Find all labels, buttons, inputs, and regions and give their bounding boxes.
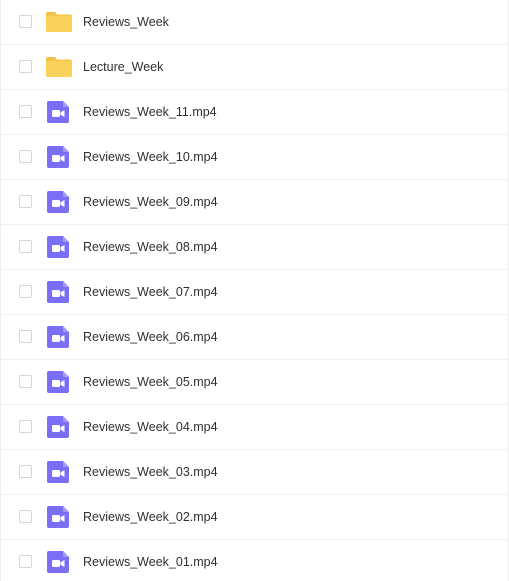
folder-row[interactable]: Lecture_Week [1,45,508,90]
file-row[interactable]: Reviews_Week_07.mp4 [1,270,508,315]
video-file-icon [46,371,72,393]
file-row[interactable]: Reviews_Week_08.mp4 [1,225,508,270]
folder-icon [46,11,72,33]
file-row[interactable]: Reviews_Week_02.mp4 [1,495,508,540]
row-checkbox[interactable] [19,105,32,118]
file-row[interactable]: Reviews_Week_05.mp4 [1,360,508,405]
file-name[interactable]: Reviews_Week_01.mp4 [83,554,218,570]
file-name[interactable]: Reviews_Week_02.mp4 [83,509,218,525]
video-file-icon [46,416,72,438]
video-file-icon [46,506,72,528]
video-file-icon [46,326,72,348]
file-list: Reviews_Week Lecture_Week Reviews_Week_11.… [0,0,509,581]
file-name[interactable]: Reviews_Week_05.mp4 [83,374,218,390]
row-checkbox[interactable] [19,420,32,433]
row-checkbox[interactable] [19,15,32,28]
file-name[interactable]: Lecture_Week [83,59,163,75]
video-file-icon [46,281,72,303]
file-name[interactable]: Reviews_Week_10.mp4 [83,149,218,165]
row-checkbox[interactable] [19,150,32,163]
folder-icon [46,56,72,78]
file-row[interactable]: Reviews_Week_03.mp4 [1,450,508,495]
file-row[interactable]: Reviews_Week_01.mp4 [1,540,508,581]
video-file-icon [46,101,72,123]
file-row[interactable]: Reviews_Week_04.mp4 [1,405,508,450]
row-checkbox[interactable] [19,240,32,253]
row-checkbox[interactable] [19,555,32,568]
row-checkbox[interactable] [19,195,32,208]
row-checkbox[interactable] [19,60,32,73]
file-name[interactable]: Reviews_Week_04.mp4 [83,419,218,435]
row-checkbox[interactable] [19,285,32,298]
video-file-icon [46,236,72,258]
file-name[interactable]: Reviews_Week_03.mp4 [83,464,218,480]
file-name[interactable]: Reviews_Week [83,14,169,30]
video-file-icon [46,191,72,213]
video-file-icon [46,146,72,168]
row-checkbox[interactable] [19,375,32,388]
file-row[interactable]: Reviews_Week_09.mp4 [1,180,508,225]
video-file-icon [46,551,72,573]
video-file-icon [46,461,72,483]
file-row[interactable]: Reviews_Week_06.mp4 [1,315,508,360]
file-name[interactable]: Reviews_Week_07.mp4 [83,284,218,300]
file-row[interactable]: Reviews_Week_11.mp4 [1,90,508,135]
file-name[interactable]: Reviews_Week_08.mp4 [83,239,218,255]
folder-row[interactable]: Reviews_Week [1,0,508,45]
row-checkbox[interactable] [19,465,32,478]
file-row[interactable]: Reviews_Week_10.mp4 [1,135,508,180]
file-name[interactable]: Reviews_Week_09.mp4 [83,194,218,210]
file-name[interactable]: Reviews_Week_06.mp4 [83,329,218,345]
row-checkbox[interactable] [19,330,32,343]
row-checkbox[interactable] [19,510,32,523]
file-name[interactable]: Reviews_Week_11.mp4 [83,104,217,120]
